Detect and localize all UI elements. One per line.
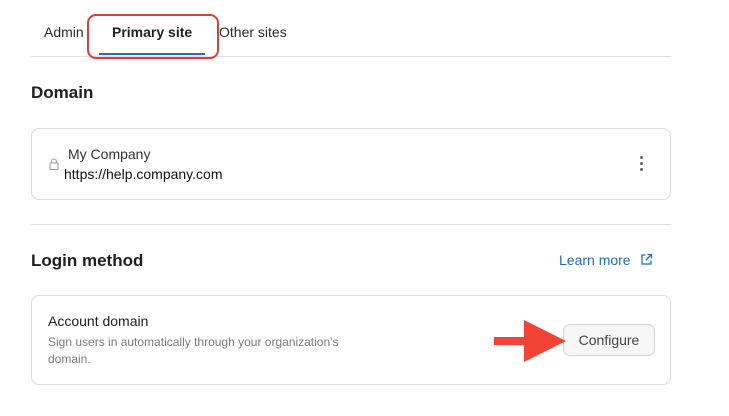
external-link-icon — [641, 253, 653, 265]
learn-more-link[interactable]: Learn more — [559, 252, 653, 268]
arrow-right-icon — [494, 320, 566, 362]
section-divider — [31, 224, 671, 225]
kebab-menu-icon[interactable] — [638, 156, 644, 174]
account-domain-description: Sign users in automatically through your… — [48, 335, 339, 366]
domain-section-title: Domain — [31, 83, 94, 102]
site-url: https://help.company.com — [64, 166, 223, 182]
learn-more-label: Learn more — [559, 252, 631, 268]
lock-icon — [49, 158, 59, 170]
site-name: My Company — [68, 146, 151, 162]
domain-card: My Company https://help.company.com — [31, 128, 671, 200]
login-method-title: Login method — [31, 251, 144, 270]
account-domain-title: Account domain — [48, 313, 149, 329]
tab-other-sites[interactable]: Other sites — [219, 24, 287, 40]
configure-button[interactable]: Configure — [563, 324, 655, 356]
tab-admin[interactable]: Admin — [44, 24, 84, 40]
account-domain-card: Account domain Sign users in automatical… — [31, 295, 671, 385]
annotation-highlight-box — [87, 14, 219, 59]
